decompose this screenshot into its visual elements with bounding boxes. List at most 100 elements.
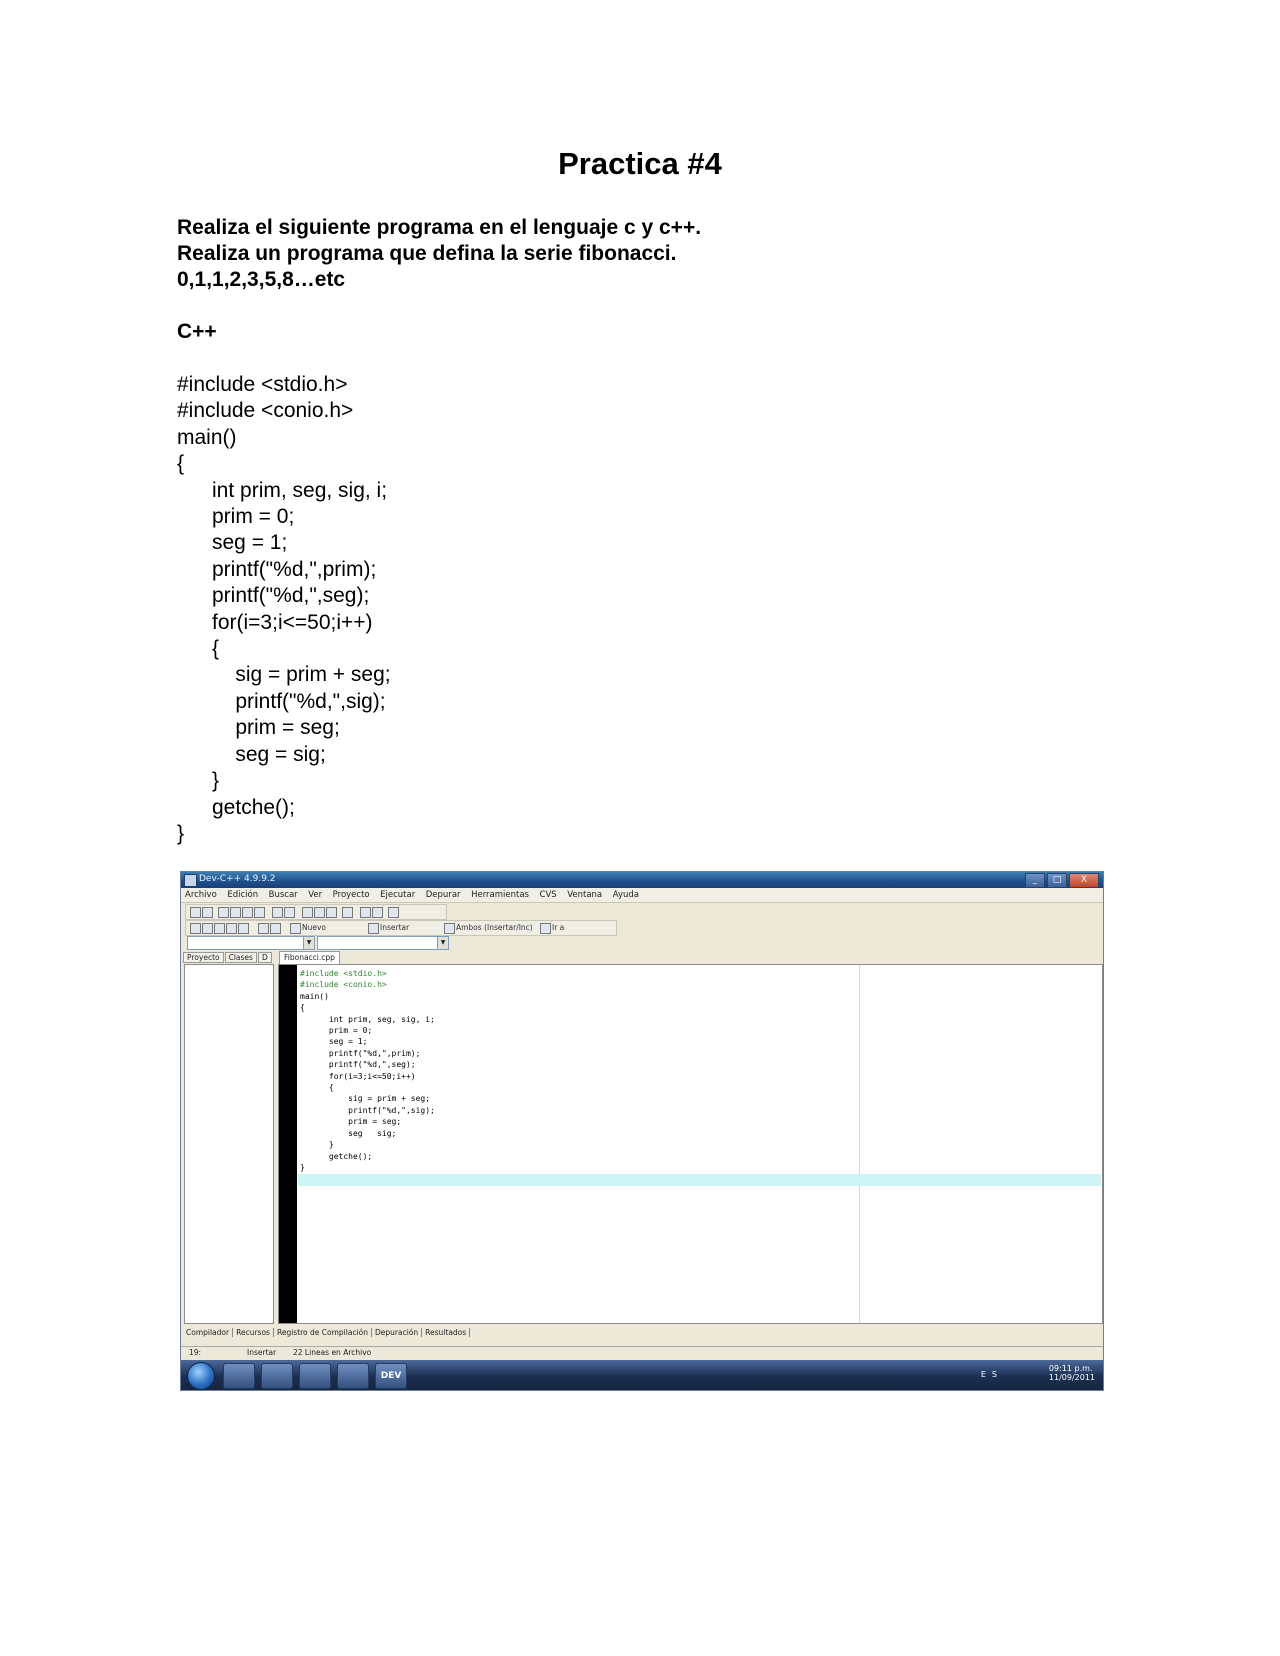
tab-registro-compilacion[interactable]: Registro de Compilación [274, 1328, 372, 1337]
project-panel[interactable] [184, 964, 274, 1324]
menu-archivo[interactable]: Archivo [181, 888, 221, 900]
code-line: #include <stdio.h> [177, 373, 348, 396]
chevron-down-icon[interactable]: ▼ [303, 937, 314, 949]
menu-depurar[interactable]: Depurar [422, 888, 465, 900]
code-line: prim = seg; [177, 716, 340, 740]
menu-proyecto[interactable]: Proyecto [329, 888, 374, 900]
member-combo[interactable]: ▼ [317, 936, 449, 950]
tray-icons: ES [981, 1370, 1003, 1379]
menu-bar: Archivo Edición Buscar Ver Proyecto Ejec… [181, 888, 1103, 903]
insert-icon[interactable] [368, 923, 379, 934]
instruction-line: Realiza el siguiente programa en el leng… [177, 216, 702, 239]
toolbar-label-nuevo[interactable]: Nuevo [302, 923, 326, 932]
close-file-icon[interactable] [242, 907, 253, 918]
menu-buscar[interactable]: Buscar [265, 888, 302, 900]
open-icon[interactable] [202, 907, 213, 918]
menu-ayuda[interactable]: Ayuda [609, 888, 643, 900]
current-line-highlight [298, 1174, 1101, 1186]
grid-icon[interactable] [190, 923, 201, 934]
check-icon[interactable] [258, 923, 269, 934]
window-titlebar: Dev-C++ 4.9.9.2 _ □ X [181, 872, 1103, 888]
chevron-down-icon[interactable]: ▼ [437, 937, 448, 949]
find-next-icon[interactable] [326, 907, 337, 918]
editor-line: main() [300, 991, 329, 1001]
save-icon[interactable] [218, 907, 229, 918]
status-lines: 22 Lineas en Archivo [293, 1348, 372, 1357]
tab-depuracion[interactable]: Depuración [372, 1328, 423, 1337]
toolbar-label-ambos[interactable]: Ambos (Insertar/Inc) [456, 923, 533, 932]
code-line: int prim, seg, sig, i; [177, 478, 388, 502]
class-combo[interactable]: ▼ [187, 936, 315, 950]
app-icon [184, 874, 197, 887]
tab-proyecto[interactable]: Proyecto [183, 952, 224, 963]
new-file-icon[interactable] [190, 907, 201, 918]
toggle-header-icon[interactable] [444, 923, 455, 934]
print-icon[interactable] [254, 907, 265, 918]
editor-line: printf("%d,",prim); [300, 1048, 421, 1058]
maximize-button[interactable]: □ [1047, 873, 1067, 888]
find-icon[interactable] [302, 907, 313, 918]
code-editor[interactable]: #include <stdio.h> #include <conio.h> ma… [278, 964, 1103, 1324]
code-listing: #include <stdio.h> #include <conio.h> ma… [177, 372, 391, 847]
toolbar-label-insertar[interactable]: Insertar [380, 923, 409, 932]
devcpp-taskbar-button[interactable]: DEV [375, 1363, 407, 1389]
tab-clases[interactable]: Clases [224, 952, 257, 963]
menu-ejecutar[interactable]: Ejecutar [376, 888, 419, 900]
undo-icon[interactable] [272, 907, 283, 918]
menu-herramientas[interactable]: Herramientas [467, 888, 533, 900]
close-button[interactable]: X [1069, 873, 1099, 888]
code-line: } [177, 821, 185, 845]
editor-line: sig = prim + seg; [300, 1094, 431, 1104]
tab-depurar[interactable]: D [257, 952, 272, 963]
minimize-button[interactable]: _ [1025, 873, 1045, 888]
tab-compilador[interactable]: Compilador [183, 1328, 234, 1337]
code-line: printf("%d,",prim); [177, 557, 377, 581]
goto-icon[interactable] [540, 923, 551, 934]
bottom-tabs: Compilador Recursos Registro de Compilació… [183, 1328, 471, 1337]
tray-lang[interactable]: ES [981, 1370, 1003, 1379]
folder-icon[interactable] [261, 1363, 293, 1389]
run-icon[interactable] [226, 923, 237, 934]
tab-fibonacci-cpp[interactable]: Fibonacci.cpp [279, 951, 340, 965]
debug-icon[interactable] [270, 923, 281, 934]
project-toolbar: Nuevo Insertar Ambos (Insertar/Inc) Ir a [185, 920, 617, 936]
code-line: sig = prim + seg; [177, 663, 391, 687]
page-title: Practica #4 [558, 146, 722, 181]
taskbar: DEV ES 09:11 p.m. 11/09/2011 [181, 1360, 1103, 1390]
code-line: printf("%d,",sig); [177, 689, 386, 713]
goto-line-icon[interactable] [342, 907, 353, 918]
replace-icon[interactable] [314, 907, 325, 918]
instructions: Realiza el siguiente programa en el leng… [177, 215, 701, 293]
editor-line: prim = 0; [300, 1026, 373, 1036]
bookmark-icon[interactable] [388, 907, 399, 918]
new-item-icon[interactable] [290, 923, 301, 934]
redo-icon[interactable] [284, 907, 295, 918]
editor-line: #include <stdio.h> [300, 969, 387, 978]
right-margin-line [859, 965, 860, 1323]
code-line: { [177, 637, 220, 661]
tab-resultados[interactable]: Resultados [422, 1328, 471, 1337]
menu-edicion[interactable]: Edición [223, 888, 262, 900]
toolbar-label-ir-a[interactable]: Ir a [552, 923, 564, 932]
forward-icon[interactable] [372, 907, 383, 918]
code-line: seg = sig; [177, 742, 326, 766]
compile-icon[interactable] [214, 923, 225, 934]
window-icon[interactable] [202, 923, 213, 934]
menu-cvs[interactable]: CVS [536, 888, 561, 900]
menu-ventana[interactable]: Ventana [563, 888, 606, 900]
editor-code: #include <stdio.h> #include <conio.h> ma… [300, 968, 435, 1173]
back-icon[interactable] [360, 907, 371, 918]
start-button[interactable] [187, 1362, 215, 1390]
code-line: prim = 0; [177, 505, 295, 529]
ie-icon[interactable] [223, 1363, 255, 1389]
menu-ver[interactable]: Ver [304, 888, 326, 900]
word-icon[interactable] [337, 1363, 369, 1389]
editor-line: getche(); [300, 1151, 373, 1161]
media-player-icon[interactable] [299, 1363, 331, 1389]
editor-line: seg sig; [300, 1128, 397, 1138]
compile-run-icon[interactable] [238, 923, 249, 934]
editor-line: } [300, 1140, 334, 1150]
save-all-icon[interactable] [230, 907, 241, 918]
tray-clock[interactable]: 09:11 p.m. 11/09/2011 [1049, 1364, 1095, 1382]
tab-recursos[interactable]: Recursos [233, 1328, 274, 1337]
